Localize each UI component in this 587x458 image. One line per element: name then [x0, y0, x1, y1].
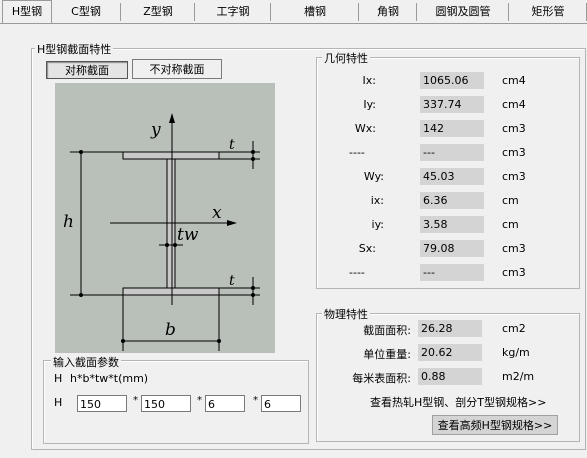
x-axis-arrow	[227, 220, 237, 226]
geo-unit-wx: cm3	[502, 122, 526, 135]
tab-i-beam[interactable]: 工字钢	[196, 3, 271, 21]
t-input[interactable]: 6	[261, 395, 301, 412]
tab-h-steel[interactable]: H型钢	[2, 0, 52, 23]
multiply-sign: *	[253, 395, 258, 406]
phys-unit-area: cm2	[502, 322, 526, 335]
phys-label-area: 截面面积:	[363, 324, 411, 337]
tab-round-tube[interactable]: 圆钢及圆管	[418, 3, 509, 21]
geo-value-wx: 142	[420, 120, 484, 137]
phys-unit-weight: kg/m	[502, 346, 530, 359]
b-dimension-label: b	[165, 320, 176, 340]
section-drawing: y x h b tw t t	[55, 83, 275, 353]
h-input[interactable]: 150	[77, 395, 127, 412]
geo-unit-iy: cm4	[502, 98, 526, 111]
tw-dimension-label: tw	[177, 225, 199, 245]
formula-label: h*b*tw*t(mm)	[70, 372, 149, 385]
t-bottom-label: t	[229, 273, 235, 289]
input-params-title: 输入截面参数	[51, 354, 121, 370]
geo-label-blank-1: ----	[349, 146, 365, 159]
b-input[interactable]: 150	[141, 395, 191, 412]
asymmetric-section-button[interactable]: 不对称截面	[132, 59, 222, 79]
geometric-properties-title: 几何特性	[322, 50, 370, 66]
t-top-label: t	[229, 137, 235, 153]
geo-unit-blank-1: cm3	[502, 146, 526, 159]
geo-unit-sx: cm3	[502, 242, 526, 255]
geo-unit-ix: cm4	[502, 74, 526, 87]
geo-label-ix-radius: ix:	[370, 194, 384, 207]
geo-value-blank-2: ---	[420, 264, 484, 281]
y-axis-arrow	[169, 113, 175, 123]
hf-h-steel-spec-button[interactable]: 查看高频H型钢规格>>	[432, 415, 558, 435]
geo-label-blank-2: ----	[349, 266, 365, 279]
tab-divider	[0, 23, 587, 24]
formula-h-label: H	[54, 372, 63, 385]
tab-z-steel[interactable]: Z型钢	[122, 3, 195, 21]
hot-rolled-spec-link[interactable]: 查看热轧H型钢、剖分T型钢规格>>	[370, 394, 546, 410]
geo-value-blank-1: ---	[420, 144, 484, 161]
tab-bar: H型钢 C型钢 Z型钢 工字钢 槽钢 角钢 圆钢及圆管 矩形管	[0, 0, 587, 24]
y-axis-label: y	[150, 120, 161, 140]
x-axis-label: x	[212, 203, 222, 223]
multiply-sign: *	[197, 395, 202, 406]
geo-value-iy-radius: 3.58	[420, 216, 484, 233]
input-row-label: H	[54, 396, 63, 409]
geo-label-iy-radius: iy:	[371, 218, 384, 231]
geo-value-ix: 1065.06	[420, 72, 484, 89]
symmetric-section-button[interactable]: 对称截面	[46, 61, 128, 79]
geo-unit-iy-radius: cm	[502, 218, 519, 231]
h-dimension-label: h	[63, 212, 74, 232]
phys-unit-surface: m2/m	[502, 370, 535, 383]
geo-value-sx: 79.08	[420, 240, 484, 257]
phys-value-area: 26.28	[418, 320, 482, 337]
tw-input[interactable]: 6	[205, 395, 245, 412]
phys-label-surface: 每米表面积:	[352, 372, 411, 385]
geo-unit-wy: cm3	[502, 170, 526, 183]
tab-channel[interactable]: 槽钢	[272, 3, 359, 21]
geo-label-wx: Wx:	[354, 122, 376, 135]
tab-angle[interactable]: 角钢	[360, 3, 417, 21]
tab-c-steel[interactable]: C型钢	[52, 3, 121, 21]
geo-label-sx: Sx:	[358, 242, 376, 255]
phys-value-surface: 0.88	[418, 368, 482, 385]
geo-label-wy: Wy:	[363, 170, 384, 183]
h-section-diagram: y x h b tw t t	[63, 113, 260, 351]
geo-value-wy: 45.03	[420, 168, 484, 185]
geo-label-ix: Ix:	[362, 74, 376, 87]
geo-value-iy: 337.74	[420, 96, 484, 113]
phys-label-weight: 单位重量:	[363, 348, 411, 361]
geo-value-ix-radius: 6.36	[420, 192, 484, 209]
geo-unit-ix-radius: cm	[502, 194, 519, 207]
physical-properties-title: 物理特性	[322, 306, 370, 322]
multiply-sign: *	[133, 395, 138, 406]
geo-label-iy: Iy:	[363, 98, 376, 111]
phys-value-weight: 20.62	[418, 344, 482, 361]
tab-rect-tube[interactable]: 矩形管	[510, 3, 587, 21]
geo-unit-blank-2: cm3	[502, 266, 526, 279]
section-properties-title: H型钢截面特性	[35, 41, 114, 57]
